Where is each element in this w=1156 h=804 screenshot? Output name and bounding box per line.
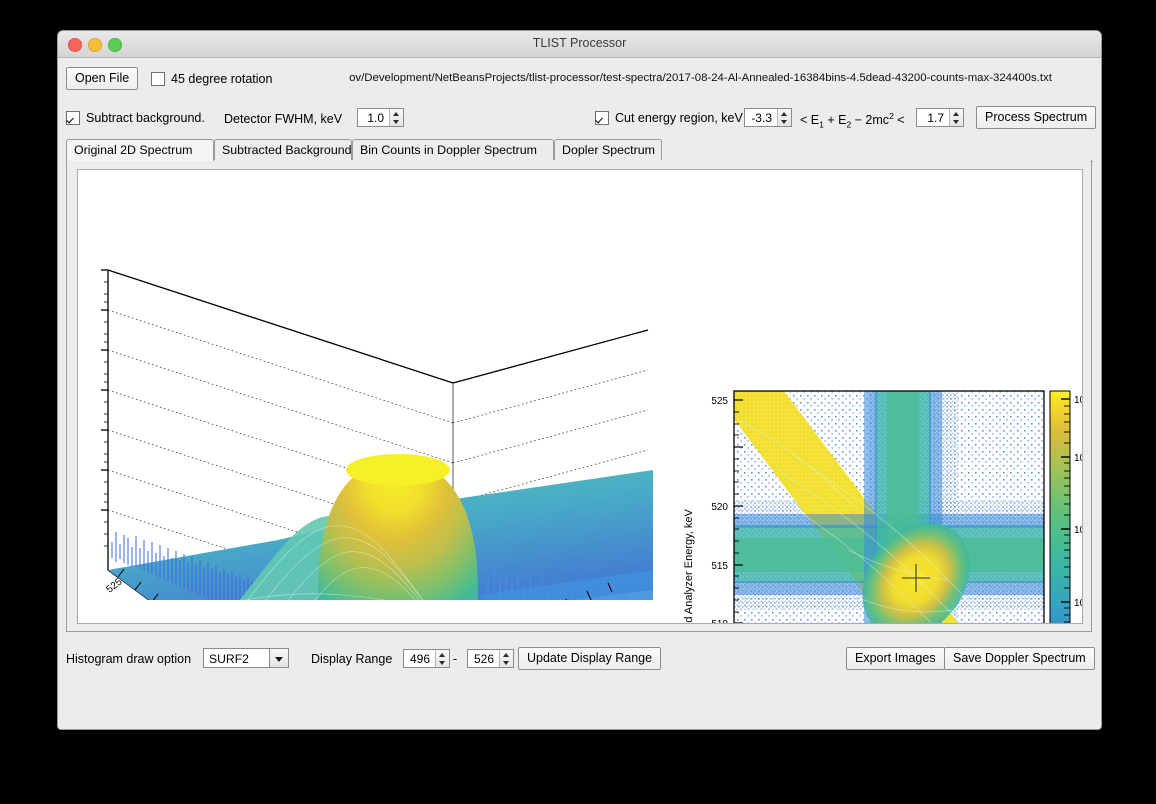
save-doppler-spectrum-button[interactable]: Save Doppler Spectrum (944, 647, 1095, 670)
display-range-low-spinner[interactable]: 496 (403, 649, 450, 668)
y2d-tick-510: 510 (711, 619, 728, 623)
y2d-axis-title: 2nd Analyzer Energy, keV (683, 508, 695, 623)
tab-bin-counts-in-doppler-spectrum[interactable]: Bin Counts in Doppler Spectrum (352, 139, 554, 160)
spinner-down-icon[interactable] (436, 659, 449, 668)
display-range-separator: - (453, 652, 458, 666)
detector-fwhm-spinner[interactable]: 1.0 (357, 108, 404, 127)
z-tick-1e2: 10² (84, 385, 99, 396)
y2d-tick-520: 520 (711, 502, 728, 513)
subtract-background-checkbox[interactable] (66, 111, 80, 125)
heatmap-content (734, 391, 1044, 623)
formula-plus: + E (823, 113, 847, 128)
y3d-tick-520: 520 (139, 602, 159, 621)
plots-svg: 10⁴ 10³ 10² 10 1 10⁻¹ 525 520 525 515 52… (78, 269, 1082, 623)
cbar-tick-1e3: 10³ (1074, 453, 1082, 464)
cut-energy-low-value[interactable]: -3.3 (745, 109, 777, 126)
cut-energy-low-spinner[interactable]: -3.3 (744, 108, 792, 127)
spinner-up-icon[interactable] (436, 650, 449, 659)
display-range-label: Display Range (311, 652, 393, 666)
cut-energy-checkbox-row[interactable]: Cut energy region, keV (595, 111, 743, 125)
histogram-draw-option-value[interactable]: SURF2 (204, 649, 269, 667)
spinner-up-icon[interactable] (950, 109, 963, 118)
cbar-tick-10: 10 (1074, 598, 1082, 609)
spinner-down-icon[interactable] (390, 118, 403, 127)
y2d-tick-515: 515 (711, 561, 728, 572)
z-tick-1: 1 (92, 465, 98, 476)
plot-canvas[interactable]: 10⁴ 10³ 10² 10 1 10⁻¹ 525 520 525 515 52… (77, 169, 1083, 624)
histogram-draw-option-combobox[interactable]: SURF2 (203, 648, 289, 668)
spinner-up-icon[interactable] (500, 650, 513, 659)
histogram-draw-option-label: Histogram draw option (66, 652, 192, 666)
tab-dopler-spectrum[interactable]: Dopler Spectrum (554, 139, 662, 160)
rotation-checkbox-row[interactable]: 45 degree rotation (151, 72, 272, 86)
cbar-tick-1e4: 10⁴ (1074, 395, 1082, 406)
range-low-arrows[interactable] (435, 650, 449, 667)
bottom-toolbar: Histogram draw option SURF2 Display Rang… (58, 640, 1101, 678)
cut-energy-high-spinner[interactable]: 1.7 (916, 108, 964, 127)
colorbar: 10⁻¹ 1 10 10² 10³ 10⁴ (1049, 390, 1082, 623)
subtract-background-checkbox-row[interactable]: Subtract background. (66, 111, 205, 125)
open-file-button[interactable]: Open File (66, 67, 139, 90)
window-titlebar: TLIST Processor (58, 31, 1101, 58)
tab-original-2d-spectrum[interactable]: Original 2D Spectrum (66, 139, 214, 161)
subtract-background-label: Subtract background. (86, 111, 205, 125)
formula-pre: < E (800, 113, 820, 128)
application-window: TLIST Processor Open File 45 degree rota… (57, 30, 1102, 730)
cbar-tick-1e2: 10² (1074, 525, 1082, 536)
plot-panel: 10⁴ 10³ 10² 10 1 10⁻¹ 525 520 525 515 52… (66, 160, 1092, 632)
file-path-label: ov/Development/NetBeansProjects/tlist-pr… (349, 72, 1052, 84)
spinner-up-icon[interactable] (778, 109, 791, 118)
tab-subtracted-background[interactable]: Subtracted Background (214, 139, 352, 160)
toolbar-row-open: Open File 45 degree rotation ov/Developm… (58, 58, 1101, 98)
spinner-down-icon[interactable] (778, 118, 791, 127)
spinner-up-icon[interactable] (390, 109, 403, 118)
surf2-3d-plot: 10⁴ 10³ 10² 10 1 10⁻¹ 525 520 525 (78, 269, 653, 621)
tab-bar: Original 2D Spectrum Subtracted Backgrou… (66, 139, 1093, 162)
cut-energy-label: Cut energy region, keV (615, 111, 743, 125)
z-tick-1e4: 10⁴ (83, 305, 98, 316)
contour-2d-plot: 500 505 510 515 520 525 2nd Analyzer Ene… (683, 390, 1082, 623)
screen: TLIST Processor Open File 45 degree rota… (0, 0, 1156, 804)
window-content: Open File 45 degree rotation ov/Developm… (58, 58, 1101, 729)
z-tick-1e3: 10³ (84, 345, 99, 356)
cut-energy-formula: < E1 + E2 − 2mc2 < (800, 111, 905, 130)
range-high-arrows[interactable] (499, 650, 513, 667)
chevron-down-icon[interactable] (269, 649, 288, 667)
spinner-down-icon[interactable] (500, 659, 513, 668)
plot-3d-zaxis: 10⁴ 10³ 10² 10 1 10⁻¹ (78, 269, 108, 547)
y2d-tick-525: 525 (711, 396, 728, 407)
detector-fwhm-label: Detector FWHM, keV (224, 112, 343, 126)
display-range-low-value[interactable]: 496 (404, 650, 435, 667)
update-display-range-button[interactable]: Update Display Range (518, 647, 662, 670)
rotation-label: 45 degree rotation (171, 72, 273, 86)
window-title: TLIST Processor (532, 36, 627, 50)
cut-energy-high-value[interactable]: 1.7 (917, 109, 949, 126)
cut-low-arrows[interactable] (777, 109, 791, 126)
export-images-button[interactable]: Export Images (846, 647, 945, 670)
toolbar-row-options: Subtract background. Detector FWHM, keV … (58, 102, 1101, 134)
display-range-high-value[interactable]: 526 (468, 650, 499, 667)
cut-high-arrows[interactable] (949, 109, 963, 126)
surface-peak-top (346, 454, 450, 486)
process-spectrum-button[interactable]: Process Spectrum (976, 106, 1097, 129)
detector-fwhm-value[interactable]: 1.0 (358, 109, 389, 126)
z-tick-1e-1: 10⁻¹ (78, 505, 98, 516)
detector-fwhm-arrows[interactable] (389, 109, 403, 126)
x3d-tick-525: 525 (602, 601, 622, 617)
spinner-down-icon[interactable] (950, 118, 963, 127)
formula-post: < (893, 113, 905, 128)
cut-energy-checkbox[interactable] (595, 111, 609, 125)
formula-mid: − 2mc (851, 113, 890, 128)
z-tick-10: 10 (87, 425, 99, 436)
display-range-high-spinner[interactable]: 526 (467, 649, 514, 668)
rotation-checkbox[interactable] (151, 72, 165, 86)
